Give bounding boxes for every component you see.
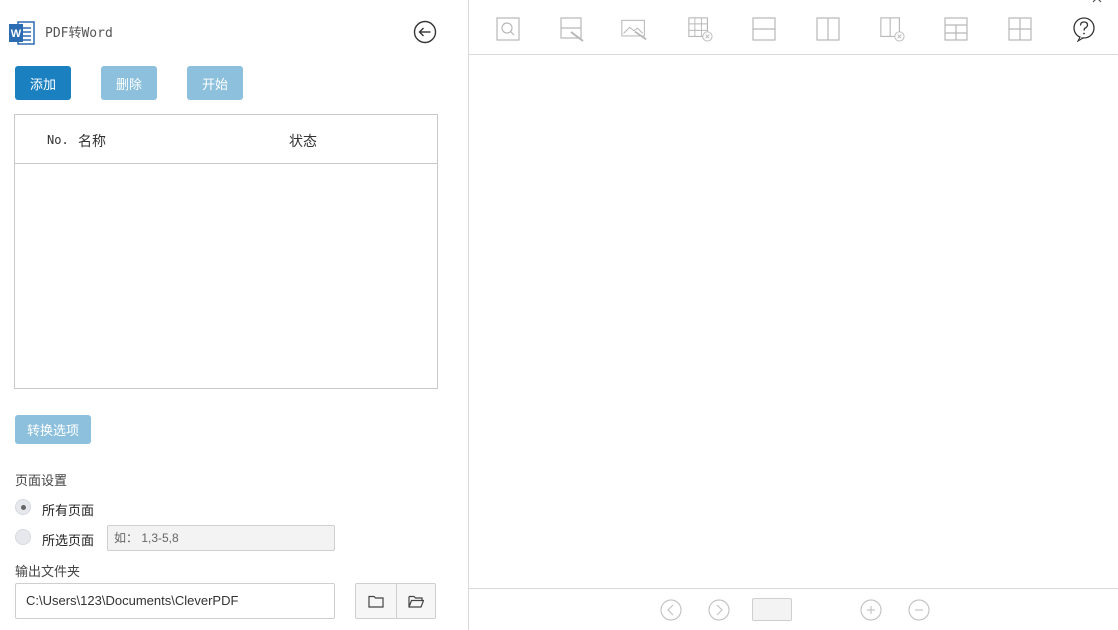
zoom-in-icon[interactable] bbox=[860, 599, 882, 621]
minimize-icon[interactable] bbox=[1052, 0, 1066, 4]
selected-pages-label: 所选页面 bbox=[42, 533, 95, 548]
document-preview[interactable] bbox=[469, 56, 1118, 588]
app-header: W PDF转Word bbox=[0, 0, 468, 56]
back-arrow-icon[interactable] bbox=[413, 20, 437, 44]
delete-button[interactable]: 删除 bbox=[101, 66, 157, 100]
select-image-icon[interactable] bbox=[621, 16, 647, 42]
selected-pages-radio[interactable] bbox=[15, 529, 31, 545]
help-icon[interactable] bbox=[1071, 16, 1097, 42]
all-pages-radio[interactable] bbox=[15, 499, 31, 515]
page-settings-label: 页面设置 bbox=[15, 473, 68, 488]
file-table[interactable]: No. 名称 状态 bbox=[14, 114, 438, 389]
vertical-line-icon[interactable] bbox=[815, 16, 841, 42]
horizontal-line-icon[interactable] bbox=[751, 16, 777, 42]
table-header: No. 名称 状态 bbox=[15, 115, 437, 164]
column-header-no: No. bbox=[47, 133, 69, 147]
close-icon[interactable] bbox=[1090, 0, 1104, 4]
add-row-icon[interactable] bbox=[943, 16, 969, 42]
editor-toolbar bbox=[469, 0, 1118, 55]
left-panel: W PDF转Word 添加 删除 开始 No. 名称 状态 转换选项 页面设置 … bbox=[0, 0, 468, 630]
output-path-field[interactable]: C:\Users\123\Documents\CleverPDF bbox=[15, 583, 335, 619]
folder-button-group bbox=[355, 583, 436, 619]
column-header-name: 名称 bbox=[78, 133, 106, 149]
add-button[interactable]: 添加 bbox=[15, 66, 71, 100]
convert-options-button[interactable]: 转换选项 bbox=[15, 415, 91, 444]
select-region-icon[interactable] bbox=[559, 16, 585, 42]
browse-folder-button[interactable] bbox=[356, 584, 396, 618]
preview-panel bbox=[469, 0, 1118, 630]
all-pages-label: 所有页面 bbox=[42, 503, 95, 518]
start-button[interactable]: 开始 bbox=[187, 66, 243, 100]
preview-navigation-bar bbox=[469, 588, 1118, 630]
previous-page-icon[interactable] bbox=[660, 599, 682, 621]
selected-pages-input[interactable]: 如： 1,3-5,8 bbox=[107, 525, 335, 551]
svg-text:W: W bbox=[11, 28, 22, 40]
delete-column-icon[interactable] bbox=[879, 16, 905, 42]
table-grid-icon[interactable] bbox=[1007, 16, 1033, 42]
folder-icon bbox=[368, 595, 384, 608]
folder-open-icon bbox=[408, 595, 424, 608]
column-header-status: 状态 bbox=[289, 133, 317, 149]
page-number-input[interactable] bbox=[752, 598, 792, 621]
word-logo-icon: W bbox=[9, 21, 35, 45]
open-folder-button[interactable] bbox=[395, 584, 436, 618]
output-folder-label: 输出文件夹 bbox=[15, 564, 81, 579]
app-title: PDF转Word bbox=[45, 26, 113, 41]
delete-table-icon[interactable] bbox=[687, 16, 713, 42]
search-icon[interactable] bbox=[495, 16, 521, 42]
zoom-out-icon[interactable] bbox=[908, 599, 930, 621]
next-page-icon[interactable] bbox=[708, 599, 730, 621]
